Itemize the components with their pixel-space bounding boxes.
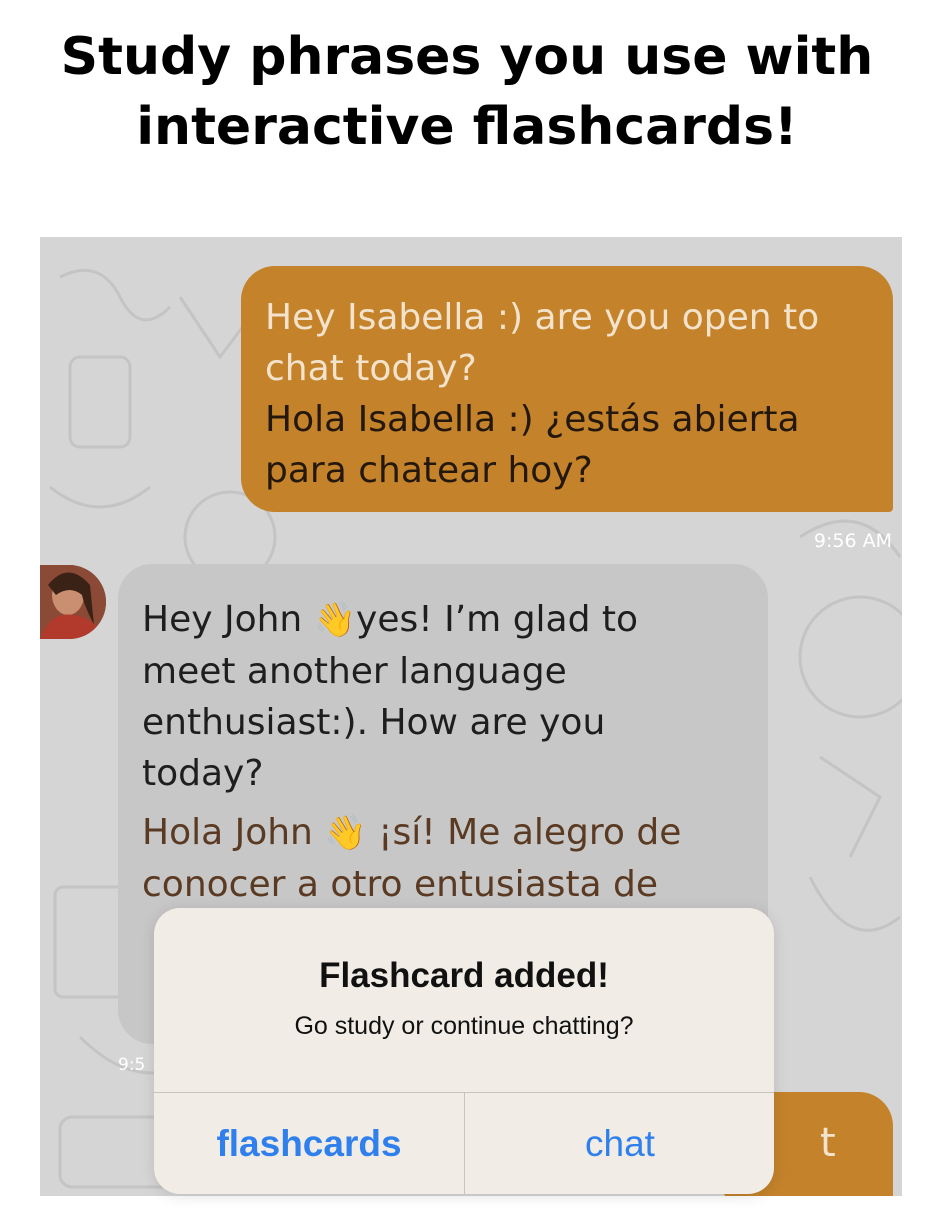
dialog-title: Flashcard added!: [319, 956, 609, 995]
incoming-english-line-4: today?: [142, 753, 264, 794]
incoming-spanish-line-2: conocer a otro entusiasta de: [142, 864, 659, 905]
headline-line-2: interactive flashcards!: [136, 97, 798, 157]
headline-line-1: Study phrases you use with: [60, 27, 874, 87]
dialog-message: Go study or continue chatting?: [294, 1012, 634, 1040]
outgoing-message-bubble[interactable]: Hey Isabella :) are you open to chat tod…: [241, 266, 893, 512]
outgoing-english-line-2: chat today?: [265, 348, 477, 389]
incoming-spanish-text-a: Hola John: [142, 812, 325, 853]
incoming-spanish-text-b: ¡sí! Me alegro de: [366, 812, 682, 853]
outgoing-spanish-line-2: para chatear hoy?: [265, 450, 593, 491]
partial-message-text: t: [820, 1120, 836, 1166]
outgoing-english-line-1: Hey Isabella :) are you open to: [265, 297, 820, 338]
waving-hand-icon: 👋: [324, 813, 367, 853]
incoming-english-text-b: yes! I’m glad to: [356, 599, 639, 640]
headline: Study phrases you use with interactive f…: [0, 22, 934, 162]
outgoing-message-time: 9:56 AM: [813, 530, 892, 552]
incoming-english-line-2: meet another language: [142, 651, 567, 692]
flashcards-button[interactable]: flashcards: [154, 1093, 464, 1194]
waving-hand-icon: 👋: [313, 600, 357, 640]
incoming-english-line-3: enthusiast:). How are you: [142, 702, 606, 743]
flashcard-added-dialog: Flashcard added! Go study or continue ch…: [154, 908, 774, 1194]
incoming-message-time: 9:5: [118, 1055, 146, 1075]
incoming-spanish-line-1: Hola John 👋 ¡sí! Me alegro de: [142, 807, 744, 859]
incoming-english-text-a: Hey John: [142, 599, 314, 640]
outgoing-spanish-line-1: Hola Isabella :) ¿estás abierta: [265, 399, 800, 440]
incoming-english-line-1: Hey John 👋yes! I’m glad to: [142, 594, 744, 646]
chat-button[interactable]: chat: [465, 1093, 774, 1194]
